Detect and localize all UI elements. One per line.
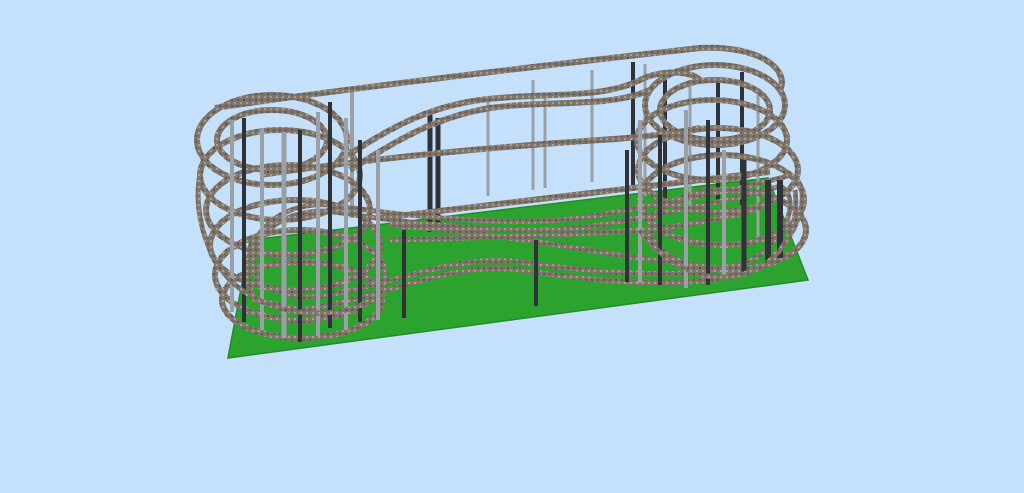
3d-viewport[interactable] [0,0,1024,493]
layout-scene[interactable] [0,0,1024,493]
